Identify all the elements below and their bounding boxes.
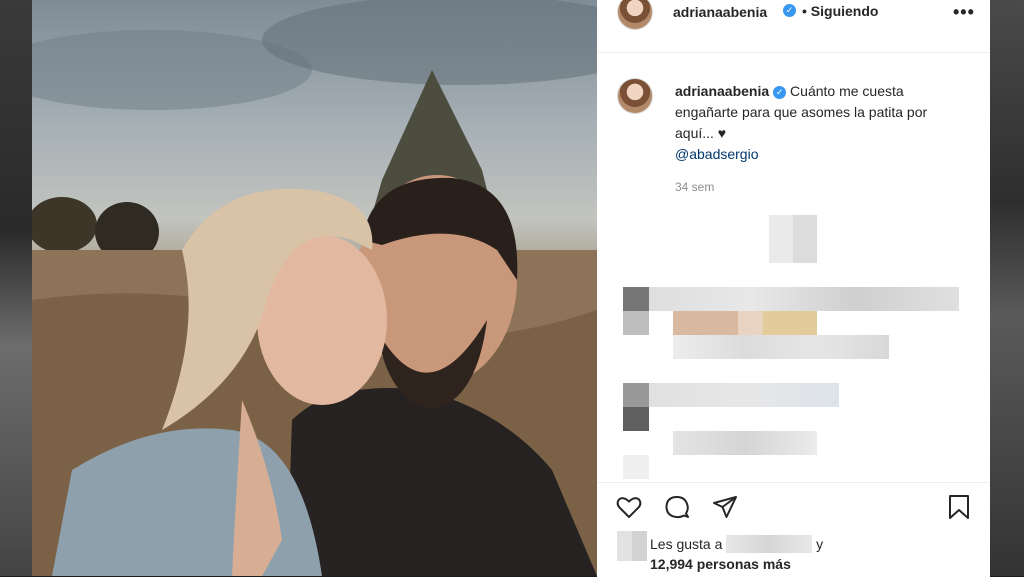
following-status[interactable]: • Siguiendo [802,3,878,19]
backdrop-left [0,0,32,576]
caption-mention-link[interactable]: @abadsergio [675,144,965,165]
post-actions: Les gusta a y 12,994 personas más [597,482,990,577]
pixelated-comment-meta [673,431,817,455]
likes-suffix: y [816,536,824,552]
pixelated-commenter-avatar [623,383,649,431]
author-username[interactable]: adrianaabenia [673,4,767,20]
pixelated-comment-meta [673,335,889,359]
likes-count[interactable]: 12,994 personas más [650,556,791,572]
paper-plane-icon[interactable] [711,493,739,521]
pixelated-comment-text [649,383,839,407]
comment-icon[interactable] [663,493,691,521]
pixelated-liker-avatar [617,531,647,561]
pixelated-liker-name [726,535,813,553]
pixelated-comment-avatar [769,215,817,263]
pixelated-commenter-avatar [623,287,649,335]
post-caption: adrianaabenia ✓ Cuánto me cuesta engañart… [675,81,965,165]
backdrop-right [990,0,1024,576]
author-avatar[interactable] [617,0,653,30]
post-photo[interactable] [32,0,597,576]
post-sidebar: adrianaabenia ✓ • Siguiendo ••• adrianaa… [597,0,990,577]
more-options-icon[interactable]: ••• [953,2,975,23]
verified-badge-icon: ✓ [783,4,796,17]
bookmark-icon[interactable] [945,493,973,521]
caption-verified-badge-icon: ✓ [773,86,787,99]
caption-username[interactable]: adrianaabenia [675,83,769,99]
photo-illustration [32,0,597,576]
pixelated-comment-avatar [623,455,649,479]
post-timestamp[interactable]: 34 sem [675,180,714,194]
likes-summary[interactable]: Les gusta a y [650,535,823,553]
pixelated-comment-text [649,287,959,311]
caption-author-avatar[interactable] [617,78,653,114]
pixelated-comment-emoji [673,311,817,335]
likes-prefix: Les gusta a [650,536,723,552]
heart-icon[interactable] [615,493,643,521]
post-header: adrianaabenia ✓ • Siguiendo ••• [597,0,990,53]
